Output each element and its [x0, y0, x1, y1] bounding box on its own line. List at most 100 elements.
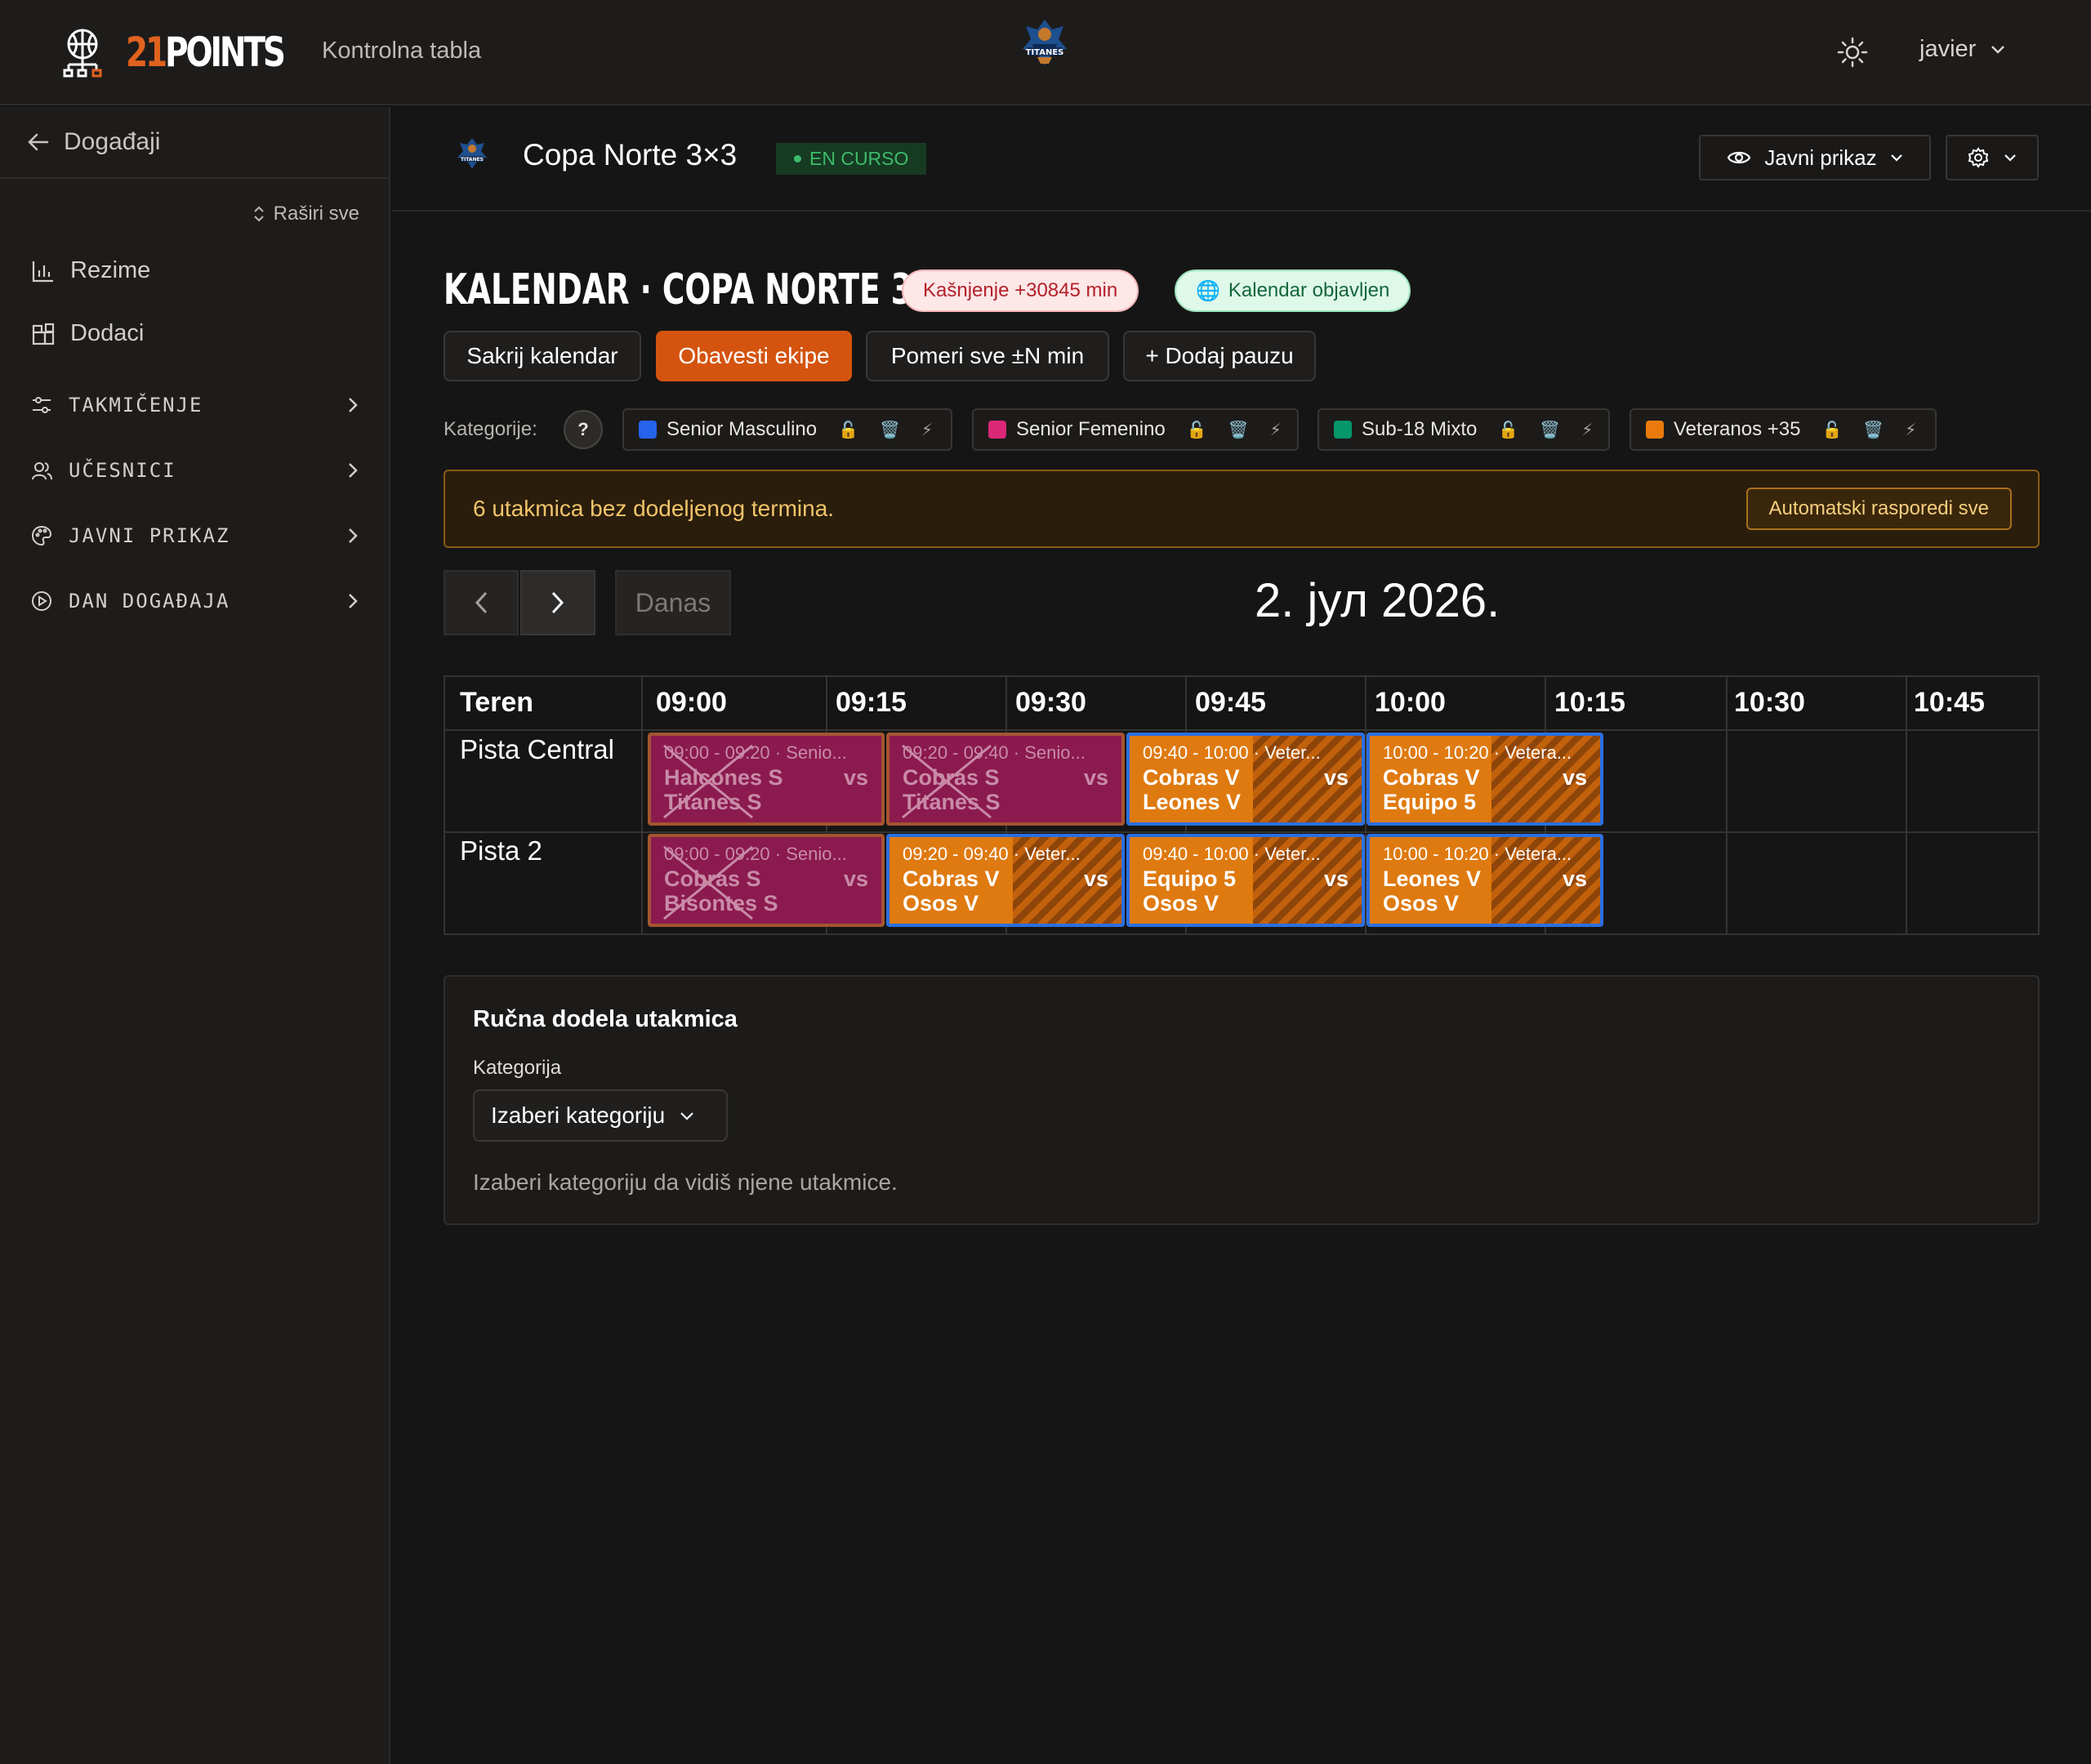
bolt-icon[interactable]: ⚡: [1581, 420, 1593, 440]
today-button[interactable]: Danas: [615, 570, 731, 635]
match-time: 09:40 - 10:00 · Veter...: [1143, 742, 1321, 763]
calendar-title: KALENDAR · COPA NORTE 3X3: [444, 265, 957, 314]
bolt-icon[interactable]: ⚡: [1270, 420, 1282, 440]
unlock-icon[interactable]: 🔓: [1821, 420, 1842, 440]
match-home-team: Cobras V: [903, 866, 1000, 891]
match-away-team: Osos V: [1143, 891, 1219, 915]
match-vs: vs: [1562, 866, 1587, 891]
sliders-icon: [33, 397, 51, 413]
chevron-down-icon: [1991, 45, 2005, 54]
court-label: Pista 2: [460, 835, 542, 866]
match-card[interactable]: 09:40 - 10:00 · Veter... Equipo 5 Osos V…: [1126, 834, 1365, 927]
chevron-right-icon: [349, 594, 358, 608]
top-bar: 21POINTS Kontrolna tabla TITANES javier: [0, 0, 2091, 105]
public-view-dropdown[interactable]: Javni prikaz: [1699, 135, 1931, 180]
section-label: DAN DOGAĐAJA: [69, 590, 230, 612]
sidebar-section-competition[interactable]: TAKMIČENJE: [31, 394, 358, 416]
basketball-bracket-icon[interactable]: [57, 28, 108, 78]
expand-all-button[interactable]: Raširi sve: [252, 203, 359, 225]
match-vs: vs: [843, 765, 868, 790]
match-time: 10:00 - 10:20 · Vetera...: [1383, 742, 1572, 763]
match-home-team: Cobras V: [1143, 765, 1240, 790]
time-slot-label: 09:15: [836, 687, 907, 718]
published-label: Kalendar objavljen: [1228, 279, 1390, 301]
category-color-swatch: [639, 421, 657, 439]
bolt-icon[interactable]: ⚡: [1905, 420, 1916, 440]
match-card[interactable]: 10:00 - 10:20 · Vetera... Cobras V Equip…: [1367, 733, 1603, 826]
hide-calendar-button[interactable]: Sakrij kalendar: [444, 331, 641, 381]
brand-logo[interactable]: 21POINTS: [126, 28, 286, 77]
category-select-value: Izaberi kategoriju: [491, 1102, 666, 1128]
chevron-right-icon: [349, 398, 358, 412]
match-card[interactable]: 09:00 - 09:20 · Senio... Halcones S Tita…: [648, 733, 885, 826]
unlock-icon[interactable]: 🔓: [838, 420, 858, 440]
warning-text: 6 utakmica bez dodeljenog termina.: [473, 496, 835, 521]
category-chip-sub18-mixto[interactable]: Sub-18 Mixto 🔓 🗑️ ⚡: [1317, 408, 1610, 451]
svg-text:TITANES: TITANES: [1026, 48, 1064, 57]
category-chip-senior-masculino[interactable]: Senior Masculino 🔓 🗑️ ⚡: [622, 408, 952, 451]
user-name: javier: [1919, 36, 1977, 62]
bolt-icon[interactable]: ⚡: [921, 420, 933, 440]
event-header: TITANES Copa Norte 3×3 EN CURSO Javni pr…: [392, 107, 2091, 212]
section-label: TAKMIČENJE: [69, 394, 203, 416]
cancelled-cross-icon: [663, 744, 753, 819]
unlock-icon[interactable]: 🔓: [1187, 420, 1207, 440]
time-slot-label: 10:15: [1554, 687, 1625, 718]
chevron-right-icon: [349, 528, 358, 543]
help-button[interactable]: ?: [564, 410, 603, 449]
cancelled-cross-icon: [902, 744, 992, 819]
previous-day-button[interactable]: [444, 570, 519, 635]
trash-icon[interactable]: 🗑️: [1228, 420, 1249, 440]
category-chip-senior-femenino[interactable]: Senior Femenino 🔓 🗑️ ⚡: [972, 408, 1299, 451]
puzzle-icon: [32, 323, 55, 345]
unlock-icon[interactable]: 🔓: [1498, 420, 1518, 440]
manual-assignment-panel: Ručna dodela utakmica Kategorija Izaberi…: [444, 975, 2040, 1225]
settings-dropdown[interactable]: [1946, 135, 2039, 180]
status-label: EN CURSO: [809, 148, 909, 169]
sun-theme-icon[interactable]: [1836, 36, 1869, 69]
manual-assignment-hint: Izaberi kategoriju da vidiš njene utakmi…: [473, 1169, 898, 1195]
match-card[interactable]: 09:40 - 10:00 · Veter... Cobras V Leones…: [1126, 733, 1365, 826]
public-view-label: Javni prikaz: [1764, 145, 1877, 170]
trash-icon[interactable]: 🗑️: [1540, 420, 1560, 440]
user-menu[interactable]: javier: [1919, 36, 2005, 63]
time-slot-label: 09:30: [1015, 687, 1086, 718]
back-to-events-link[interactable]: Događaji: [28, 128, 160, 156]
trash-icon[interactable]: 🗑️: [880, 420, 900, 440]
category-select[interactable]: Izaberi kategoriju: [473, 1089, 728, 1142]
sidebar-section-event-day[interactable]: DAN DOGAĐAJA: [31, 590, 358, 612]
add-break-button[interactable]: + Dodaj pauzu: [1123, 331, 1316, 381]
globe-icon: 🌐: [1196, 279, 1220, 302]
trash-icon[interactable]: 🗑️: [1863, 420, 1884, 440]
match-card[interactable]: 09:20 - 09:40 · Senio... Cobras S Titane…: [886, 733, 1125, 826]
category-chip-veteranos[interactable]: Veteranos +35 🔓 🗑️ ⚡: [1630, 408, 1937, 451]
category-name: Senior Masculino: [667, 418, 818, 440]
match-card[interactable]: 10:00 - 10:20 · Vetera... Leones V Osos …: [1367, 834, 1603, 927]
match-card[interactable]: 09:20 - 09:40 · Veter... Cobras V Osos V…: [886, 834, 1125, 927]
notify-teams-button[interactable]: Obavesti ekipe: [656, 331, 852, 381]
sidebar-divider: [0, 177, 390, 179]
sidebar-section-participants[interactable]: UČESNICI: [31, 459, 358, 482]
next-day-button[interactable]: [520, 570, 595, 635]
dashboard-link[interactable]: Kontrolna tabla: [322, 38, 481, 65]
sidebar: Događaji Raširi sve Rezime Dodaci TAKMIČ…: [0, 107, 390, 1764]
grid-line: [445, 729, 2038, 731]
match-vs: vs: [843, 866, 868, 891]
match-card[interactable]: 09:00 - 09:20 · Senio... Cobras S Bisont…: [648, 834, 885, 927]
expand-all-label: Raširi sve: [273, 203, 359, 225]
sidebar-section-public-view[interactable]: JAVNI PRIKAZ: [31, 524, 358, 547]
time-slot-label: 10:00: [1375, 687, 1446, 718]
section-label: JAVNI PRIKAZ: [69, 524, 230, 547]
grid-line: [1726, 677, 1728, 933]
chevron-down-icon: [680, 1111, 694, 1120]
categories-label: Kategorije:: [444, 418, 537, 440]
auto-schedule-button[interactable]: Automatski rasporedi sve: [1745, 488, 2012, 530]
shift-all-button[interactable]: Pomeri sve ±N min: [866, 331, 1109, 381]
sidebar-item-addons[interactable]: Dodaci: [31, 320, 144, 347]
time-slot-label: 09:45: [1195, 687, 1266, 718]
sidebar-item-summary[interactable]: Rezime: [31, 257, 150, 284]
grid-line: [445, 831, 2038, 833]
back-label: Događaji: [64, 128, 161, 155]
chevron-down-icon: [2004, 154, 2016, 162]
match-time: 10:00 - 10:20 · Vetera...: [1383, 844, 1572, 864]
